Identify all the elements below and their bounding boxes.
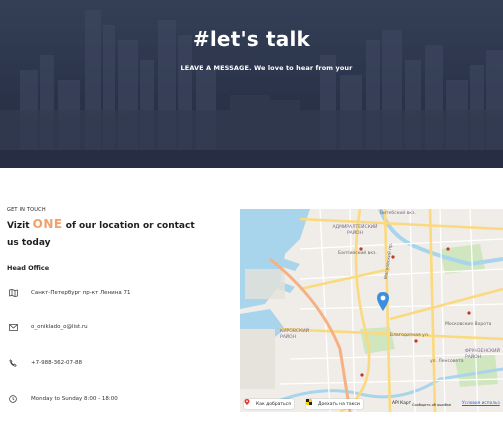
contact-heading: Vizit ONE of our location or contact us … [7, 216, 207, 252]
email-link[interactable]: o_oniklado_o@list.ru [31, 324, 88, 330]
map-label-moscow-vorota: Московские Ворота [445, 322, 492, 327]
heading-accent: ONE [32, 217, 63, 231]
route-pin-icon [244, 399, 253, 407]
map-canvas[interactable] [240, 209, 503, 412]
terms-link[interactable]: Условия использ [462, 401, 500, 406]
map-icon [7, 287, 19, 299]
hours-text: Monday to Sunday 8:00 - 18:00 [31, 396, 118, 402]
taxi-button-label: Доехать на такси [318, 401, 360, 407]
hero-banner: #let's talk LEAVE A MESSAGE. We love to … [0, 0, 503, 168]
hero-subtitle: LEAVE A MESSAGE. We love to hear from yo… [180, 64, 353, 72]
mail-icon [7, 321, 19, 333]
map-label-frunze: ФРУНЗЕНСКИЙ РАЙОН [465, 349, 500, 360]
report-error-link[interactable]: Сообщить об ошибке [412, 403, 451, 407]
map-label-kirovsky: КИРОВСКИЙ РАЙОН [280, 329, 309, 340]
address-row: Санкт-Петербург пр-кт Ленина 71 [7, 287, 130, 299]
phone-row[interactable]: +7-988-362-07-88 [7, 357, 82, 369]
route-button[interactable]: Как добраться [244, 399, 294, 409]
office-title: Head Office [7, 264, 50, 272]
phone-link[interactable]: +7-988-362-07-88 [31, 360, 82, 366]
heading-prefix: Vizit [7, 221, 30, 231]
hours-row: Monday to Sunday 8:00 - 18:00 [7, 393, 118, 405]
map-footer: Как добраться Доехать на такси API Карт … [240, 397, 503, 412]
map-label-blagodatnaya: Благодатная ул. [390, 333, 430, 338]
taxi-button[interactable]: Доехать на такси [306, 399, 363, 409]
map-label-vitebsk: Витебский вкз. [380, 211, 416, 216]
map-label-baltic: Балтийский вкз. [338, 251, 377, 256]
hero-overlay [0, 0, 503, 168]
email-row[interactable]: o_oniklado_o@list.ru [7, 321, 88, 333]
phone-icon [7, 357, 19, 369]
taxi-icon [306, 399, 315, 407]
eyebrow-label: GET IN TOUCH [7, 207, 46, 213]
map-label-lensoveta: ул. Ленсовета [430, 359, 464, 364]
clock-icon [7, 393, 19, 405]
map-label-admiralteysky: АДМИРАЛТЕЙСКИЙ РАЙОН [332, 225, 378, 236]
route-button-label: Как добраться [256, 401, 291, 407]
page-title: #let's talk [192, 27, 311, 51]
location-map[interactable]: Витебский вкз. АДМИРАЛТЕЙСКИЙ РАЙОН Балт… [240, 209, 503, 412]
address-text: Санкт-Петербург пр-кт Ленина 71 [31, 290, 131, 296]
api-label[interactable]: API Карт [392, 401, 411, 406]
